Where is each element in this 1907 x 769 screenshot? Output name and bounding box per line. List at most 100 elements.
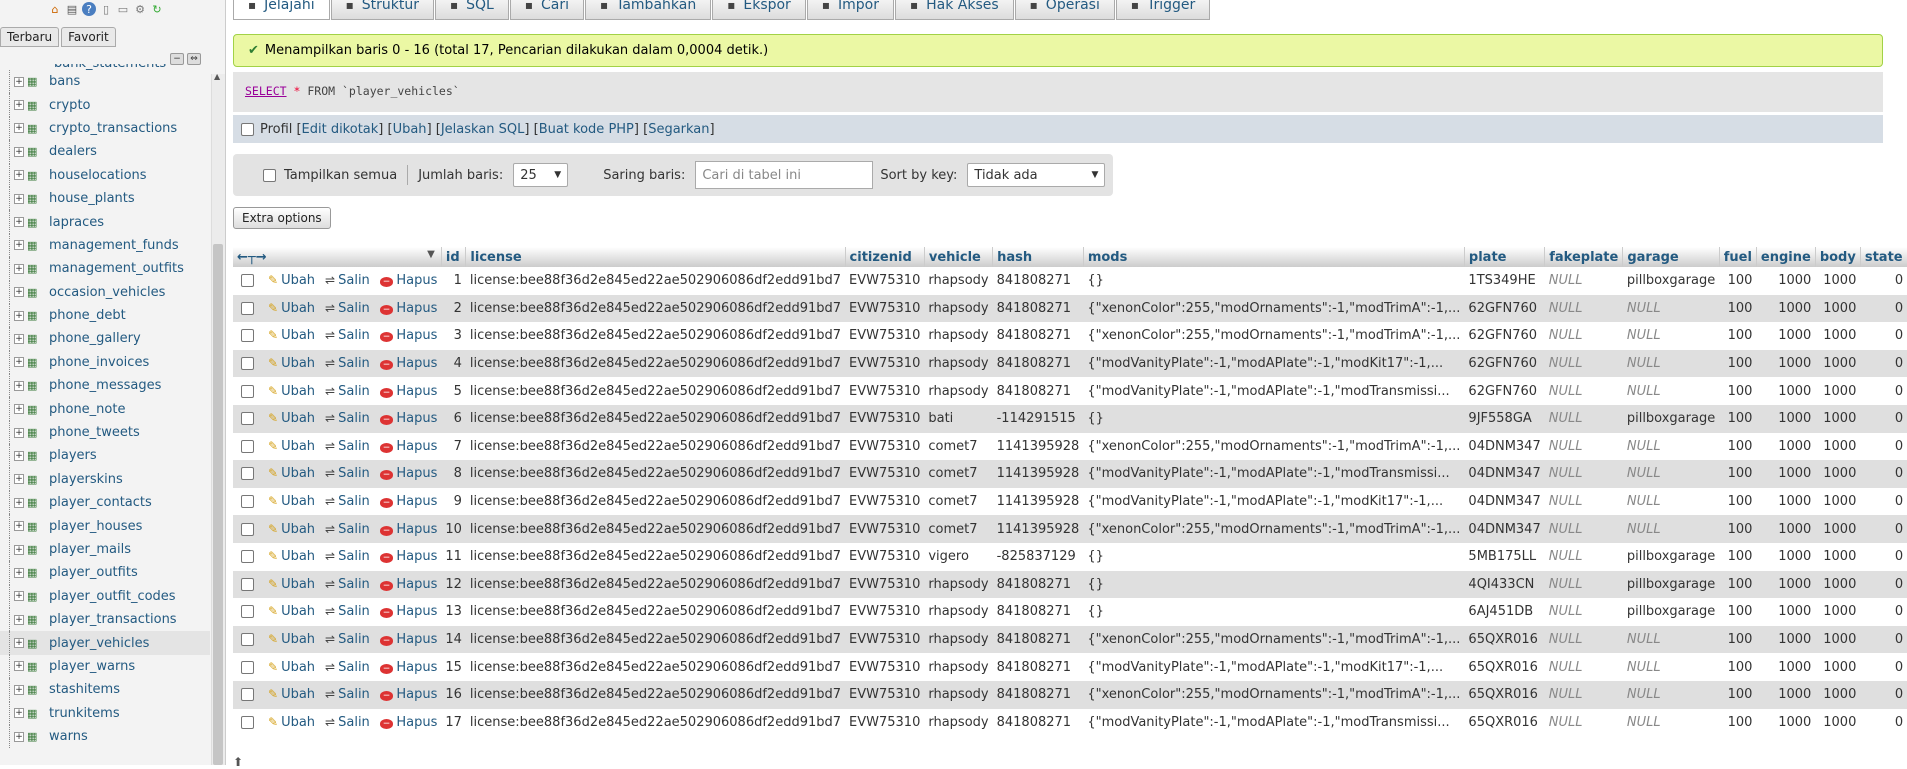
cell-mods[interactable]: {} <box>1083 404 1465 433</box>
row-checkbox[interactable] <box>241 357 254 371</box>
cell-id[interactable]: 2 <box>441 294 466 323</box>
cell-license[interactable]: license:bee88f36d2e845ed22ae502906086df2… <box>465 322 846 350</box>
cell-mods[interactable]: {"modVanityPlate":-1,"modAPlate":-1,"mod… <box>1083 487 1465 516</box>
sidebar-item-label[interactable]: phone_invoices <box>49 355 149 370</box>
cell-mods[interactable]: {"xenonColor":255,"modOrnaments":-1,"mod… <box>1083 322 1465 350</box>
cell-garage[interactable]: NULL <box>1622 322 1720 350</box>
cell-plate[interactable]: 4QI433CN <box>1464 570 1545 599</box>
cell-body[interactable]: 1000 <box>1815 294 1861 323</box>
cell-license[interactable]: license:bee88f36d2e845ed22ae502906086df2… <box>465 708 846 737</box>
cell-body[interactable]: 1000 <box>1815 432 1861 461</box>
cell-fakeplate[interactable]: NULL <box>1544 542 1623 571</box>
cell-plate[interactable]: 62GFN760 <box>1464 322 1545 350</box>
cell-id[interactable]: 7 <box>441 432 466 461</box>
expand-icon[interactable]: + <box>14 380 24 391</box>
expand-icon[interactable]: + <box>14 661 24 672</box>
sidebar-item-label[interactable]: dealers <box>49 144 97 159</box>
cell-hash[interactable]: 841808271 <box>992 653 1084 681</box>
delete-row-button[interactable]: − Hapus <box>379 356 437 371</box>
cell-state[interactable]: 0 <box>1860 487 1907 516</box>
cell-vehicle[interactable]: rhapsody <box>924 377 993 405</box>
sidebar-item-player-contacts[interactable]: + ▦ player_contacts <box>0 491 210 515</box>
expand-icon[interactable]: + <box>14 567 24 578</box>
cell-hash[interactable]: 841808271 <box>992 598 1084 626</box>
sidebar-item-player-outfit-codes[interactable]: + ▦ player_outfit_codes <box>0 584 210 608</box>
cell-id[interactable]: 5 <box>441 377 466 405</box>
expand-icon[interactable]: + <box>14 684 24 695</box>
cell-license[interactable]: license:bee88f36d2e845ed22ae502906086df2… <box>465 432 846 461</box>
cell-mods[interactable]: {} <box>1083 267 1465 295</box>
delete-row-button[interactable]: − Hapus <box>379 522 437 537</box>
table-icon[interactable]: ▦ <box>27 286 44 299</box>
delete-row-button[interactable]: − Hapus <box>379 660 437 675</box>
show-all-checkbox[interactable] <box>263 168 276 182</box>
copy-row-button[interactable]: ⇌ Salin <box>325 549 370 564</box>
sidebar-item-player-mails[interactable]: + ▦ player_mails <box>0 537 210 562</box>
table-icon[interactable]: ▦ <box>27 496 44 509</box>
sidebar-item-label[interactable]: management_funds <box>49 238 179 253</box>
cell-engine[interactable]: 1000 <box>1756 625 1816 654</box>
cell-fuel[interactable]: 100 <box>1719 598 1757 626</box>
cell-mods[interactable]: {"xenonColor":255,"modOrnaments":-1,"mod… <box>1083 625 1465 654</box>
cell-plate[interactable]: 5MB175LL <box>1464 542 1545 571</box>
cell-fuel[interactable]: 100 <box>1719 460 1757 488</box>
table-icon[interactable]: ▦ <box>27 122 44 135</box>
cell-mods[interactable]: {"modVanityPlate":-1,"modAPlate":-1,"mod… <box>1083 708 1465 737</box>
cell-garage[interactable]: NULL <box>1622 487 1720 516</box>
edit-row-button[interactable]: ✎ Ubah <box>268 715 315 730</box>
cell-license[interactable]: license:bee88f36d2e845ed22ae502906086df2… <box>465 294 846 323</box>
cell-plate[interactable]: 1TS349HE <box>1464 267 1545 295</box>
cell-citizenid[interactable]: EVW75310 <box>845 515 925 543</box>
sidebar-item-phone-tweets[interactable]: + ▦ phone_tweets <box>0 420 210 445</box>
sidebar-item-player-vehicles[interactable]: + ▦ player_vehicles <box>0 631 210 655</box>
table-icon[interactable]: ▦ <box>27 707 44 720</box>
recent-tab[interactable]: Terbaru <box>0 27 60 47</box>
cell-engine[interactable]: 1000 <box>1756 680 1816 709</box>
cell-fuel[interactable]: 100 <box>1719 404 1757 433</box>
cell-plate[interactable]: 62GFN760 <box>1464 294 1545 323</box>
cell-engine[interactable]: 1000 <box>1756 598 1816 626</box>
sidebar-item-bans[interactable]: + ▦ bans <box>0 70 210 94</box>
delete-row-button[interactable]: − Hapus <box>379 466 437 481</box>
rows-count-select[interactable]: 25 ▼ <box>513 163 569 187</box>
cell-body[interactable]: 1000 <box>1815 680 1861 709</box>
sidebar-item-lapraces[interactable]: + ▦ lapraces <box>0 210 210 234</box>
delete-row-button[interactable]: − Hapus <box>379 328 437 343</box>
sidebar-scrollbar-thumb[interactable] <box>213 244 223 765</box>
cell-mods[interactable]: {"xenonColor":255,"modOrnaments":-1,"mod… <box>1083 294 1465 323</box>
edit-row-button[interactable]: ✎ Ubah <box>268 687 315 702</box>
sidebar-item-player-outfits[interactable]: + ▦ player_outfits <box>0 561 210 585</box>
cell-engine[interactable]: 1000 <box>1756 377 1816 405</box>
edit-row-button[interactable]: ✎ Ubah <box>268 577 315 592</box>
table-icon[interactable]: ▦ <box>27 99 44 112</box>
sidebar-item-crypto[interactable]: + ▦ crypto <box>0 93 210 117</box>
sort-by-key-select[interactable]: Tidak ada ▼ <box>967 163 1106 187</box>
table-icon[interactable]: ▦ <box>27 520 44 533</box>
table-icon[interactable]: ▦ <box>27 473 44 486</box>
sidebar-item-management-funds[interactable]: + ▦ management_funds <box>0 233 210 258</box>
column-header-plate[interactable]: plate <box>1464 247 1546 267</box>
cell-plate[interactable]: 65QXR016 <box>1464 653 1545 681</box>
expand-icon[interactable]: + <box>14 404 24 415</box>
delete-row-button[interactable]: − Hapus <box>379 715 437 730</box>
expand-icon[interactable]: + <box>14 427 24 438</box>
cell-garage[interactable]: pillboxgarage <box>1622 598 1720 626</box>
cell-fakeplate[interactable]: NULL <box>1544 460 1623 488</box>
cell-fakeplate[interactable]: NULL <box>1544 570 1623 599</box>
cell-body[interactable]: 1000 <box>1815 487 1861 516</box>
table-icon[interactable]: ▦ <box>27 332 44 345</box>
cell-citizenid[interactable]: EVW75310 <box>845 377 925 405</box>
row-checkbox[interactable] <box>241 301 254 315</box>
cell-fuel[interactable]: 100 <box>1719 294 1757 323</box>
edit-row-button[interactable]: ✎ Ubah <box>268 494 315 509</box>
cell-citizenid[interactable]: EVW75310 <box>845 708 925 737</box>
sql-keyword-select[interactable]: SELECT <box>245 84 287 98</box>
cell-citizenid[interactable]: EVW75310 <box>845 598 925 626</box>
cell-garage[interactable]: pillboxgarage <box>1622 570 1720 599</box>
cell-id[interactable]: 14 <box>441 625 466 654</box>
cell-garage[interactable]: NULL <box>1622 294 1720 323</box>
copy-row-button[interactable]: ⇌ Salin <box>325 494 370 509</box>
cell-id[interactable]: 4 <box>441 349 466 378</box>
table-icon[interactable]: ▦ <box>27 637 44 650</box>
delete-row-button[interactable]: − Hapus <box>379 494 437 509</box>
